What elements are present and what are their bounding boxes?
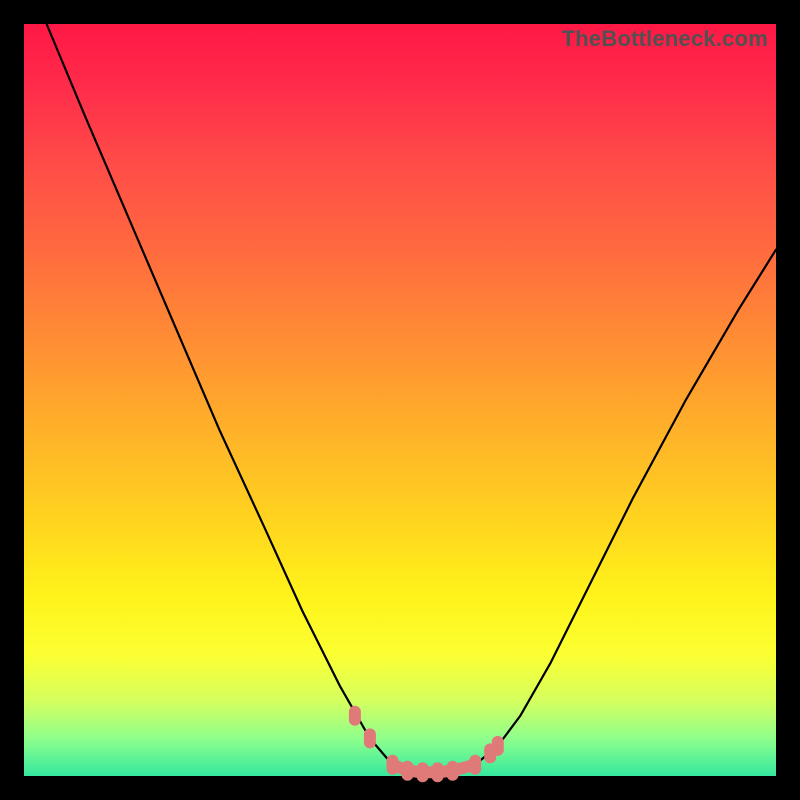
highlight-point bbox=[417, 762, 429, 782]
bottleneck-curve bbox=[47, 24, 776, 772]
highlight-point bbox=[402, 761, 414, 781]
highlight-point bbox=[387, 755, 399, 775]
highlight-point bbox=[447, 761, 459, 781]
highlight-points-group bbox=[349, 706, 504, 782]
highlight-point bbox=[349, 706, 361, 726]
highlight-point bbox=[364, 728, 376, 748]
highlight-point bbox=[492, 736, 504, 756]
highlight-point bbox=[432, 762, 444, 782]
watermark-text: TheBottleneck.com bbox=[562, 26, 768, 52]
chart-svg bbox=[24, 24, 776, 776]
highlight-point bbox=[469, 755, 481, 775]
chart-frame: TheBottleneck.com bbox=[24, 24, 776, 776]
